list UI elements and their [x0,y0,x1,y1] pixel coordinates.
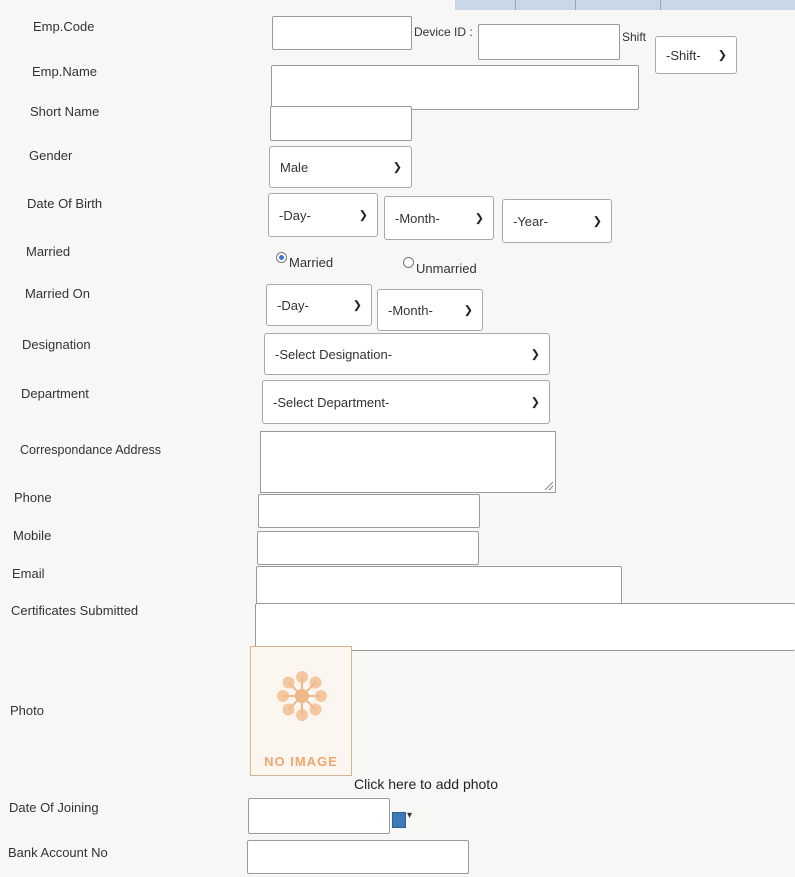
chevron-down-icon: ❯ [530,348,540,361]
married-label: Married [26,244,71,259]
phone-label: Phone [14,490,52,505]
designation-label: Designation [22,337,91,352]
calendar-icon[interactable] [392,812,406,828]
chevron-down-icon: ❯ [474,212,484,225]
corr-address-textarea[interactable] [260,431,556,493]
corr-address-label: Correspondance Address [20,443,162,457]
department-label: Department [21,386,89,401]
tab-3[interactable] [575,0,661,10]
doj-label: Date Of Joining [9,800,99,815]
dob-month-select[interactable]: -Month- ❯ [384,196,494,240]
gender-label: Gender [29,148,73,163]
designation-select[interactable]: -Select Designation- ❯ [264,333,550,375]
married-radio[interactable] [276,252,287,263]
emp-name-input[interactable] [271,65,639,110]
bank-acc-label: Bank Account No [8,845,108,860]
chevron-down-icon: ❯ [358,209,368,222]
shift-select[interactable]: -Shift- ❯ [655,36,737,74]
dob-label: Date Of Birth [27,196,103,211]
married-day-value: -Day- [277,297,309,313]
married-month-select[interactable]: -Month- ❯ [377,289,483,331]
married-day-select[interactable]: -Day- ❯ [266,284,372,326]
photo-label: Photo [10,703,44,718]
photo-placeholder[interactable]: NO IMAGE [250,646,352,776]
emp-name-label: Emp.Name [32,64,98,79]
certificates-input[interactable] [255,603,795,651]
dob-year-select[interactable]: -Year- ❯ [502,199,612,243]
shift-label: Shift [622,30,647,44]
device-id-label: Device ID : [414,25,473,39]
chevron-down-icon: ❯ [592,215,602,228]
doj-input[interactable] [248,798,390,834]
married-radio-label: Married [289,255,334,270]
bank-acc-input[interactable] [247,840,469,874]
emp-code-input[interactable] [272,16,412,50]
dob-day-select[interactable]: -Day- ❯ [268,193,378,237]
chevron-down-icon: ❯ [530,396,540,409]
shift-value: -Shift- [666,47,701,63]
chevron-down-icon: ❯ [392,161,402,174]
chevron-down-icon: ❯ [352,299,362,312]
email-label: Email [12,566,45,581]
chevron-down-icon: ❯ [717,49,727,62]
gender-value: Male [280,159,309,175]
mobile-label: Mobile [13,528,52,543]
married-month-value: -Month- [388,302,433,318]
dob-day-value: -Day- [279,207,311,223]
chevron-down-icon: ❯ [463,304,473,317]
phone-input[interactable] [258,494,480,528]
department-select[interactable]: -Select Department- ❯ [262,380,550,424]
certificates-label: Certificates Submitted [11,603,139,618]
unmarried-radio-label: Unmarried [416,261,477,276]
calendar-dropdown-icon[interactable]: ▾ [407,810,412,821]
device-id-input[interactable] [478,24,620,60]
emp-code-label: Emp.Code [33,19,95,34]
flower-icon [277,671,327,721]
dob-year-value: -Year- [513,213,548,229]
department-value: -Select Department- [273,394,390,410]
short-name-input[interactable] [270,106,412,141]
tab-2[interactable] [515,0,576,10]
resize-grip-icon[interactable] [545,482,553,490]
add-photo-link[interactable]: Click here to add photo [354,776,498,792]
no-image-text: NO IMAGE [264,754,338,769]
short-name-label: Short Name [30,104,100,119]
tab-1[interactable] [455,0,516,10]
top-tab-strip [455,0,795,10]
dob-month-value: -Month- [395,210,440,226]
unmarried-radio[interactable] [403,257,414,268]
mobile-input[interactable] [257,531,479,565]
designation-value: -Select Designation- [275,346,393,362]
gender-select[interactable]: Male ❯ [269,146,412,188]
married-on-label: Married On [25,286,91,301]
